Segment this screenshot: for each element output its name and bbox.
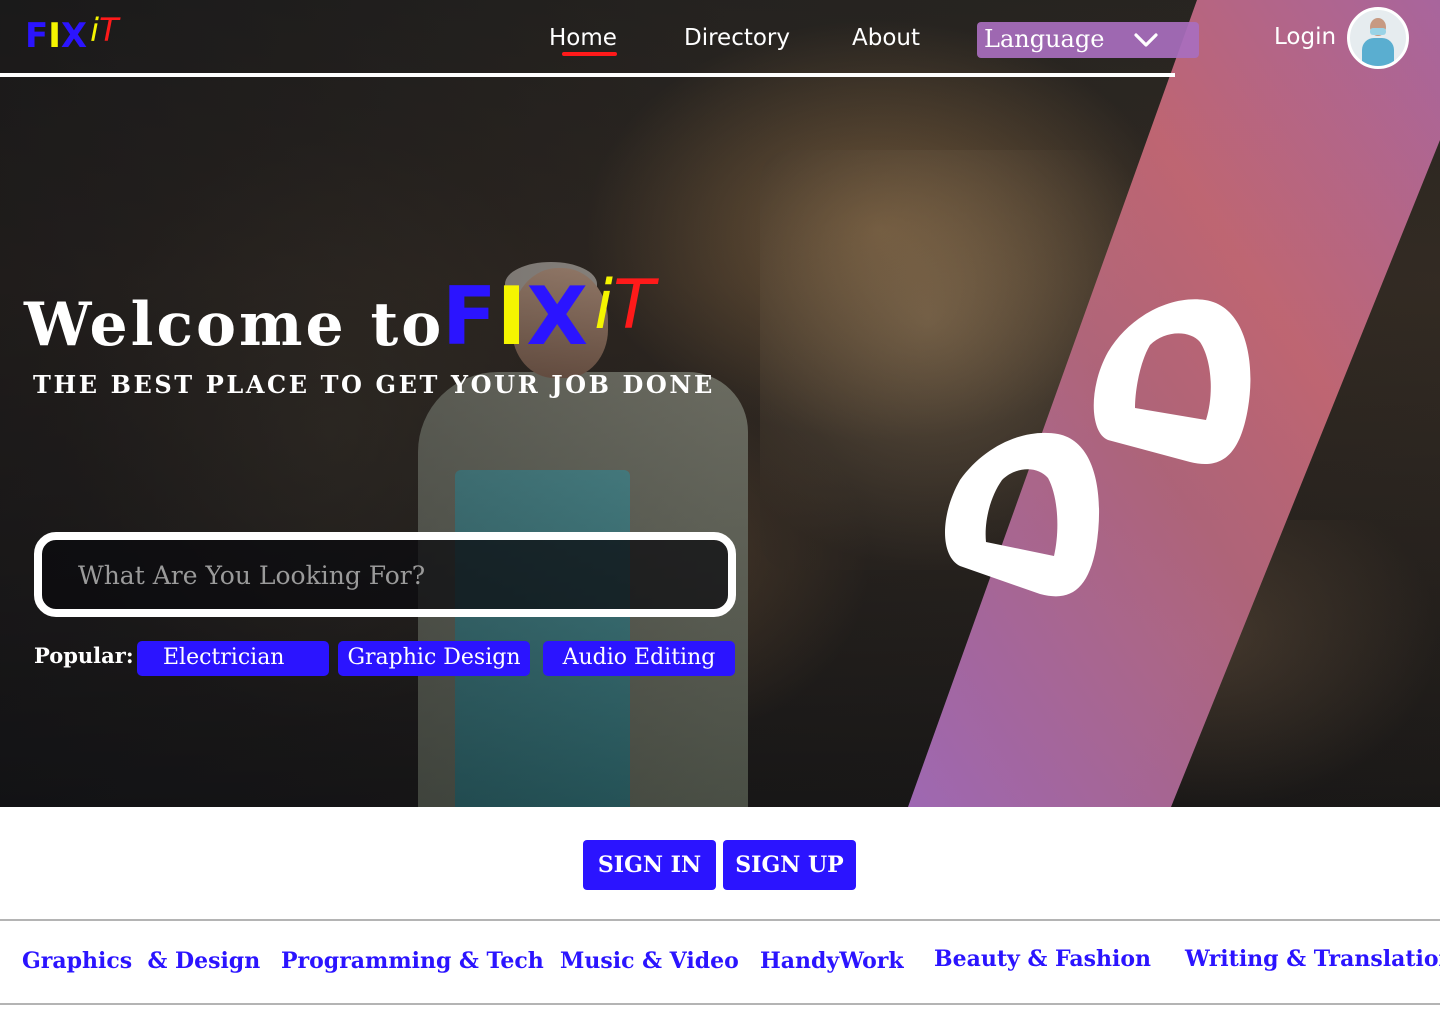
hero-brand-logo: FIXiT — [442, 266, 655, 363]
hero-welcome-heading: Welcome to — [24, 290, 445, 360]
category-music-video[interactable]: Music & Video — [560, 948, 739, 974]
popular-label: Popular: — [34, 643, 134, 668]
hero-logo-letter-f: F — [442, 270, 497, 363]
language-label: Language — [984, 25, 1105, 53]
brand-logo[interactable]: FIXiT — [25, 11, 119, 60]
hero-logo-letter-i: I — [496, 270, 527, 363]
login-link[interactable]: Login — [1274, 24, 1336, 50]
hero-logo-letter-x: X — [526, 270, 589, 363]
hero-tagline: THE BEST PLACE TO GET YOUR JOB DONE — [33, 370, 715, 399]
chevron-down-icon — [1134, 33, 1158, 47]
nav-directory-link[interactable]: Directory — [684, 25, 790, 51]
category-bar-top-border — [0, 919, 1440, 921]
sign-up-button[interactable]: SIGN UP — [723, 840, 856, 890]
search-box[interactable] — [34, 532, 736, 617]
logo-letter-i: I — [48, 16, 61, 56]
popular-tag-audio-editing[interactable]: Audio Editing — [543, 641, 735, 676]
logo-it: iT — [90, 11, 118, 49]
category-bar-bottom-border — [0, 1003, 1440, 1005]
category-writing-translation[interactable]: Writing & Translation — [1185, 946, 1440, 972]
nav-home-link[interactable]: Home — [549, 25, 617, 51]
logo-letter-x: X — [60, 16, 88, 56]
avatar-body — [1362, 38, 1394, 66]
hero-banner — [0, 0, 1440, 807]
logo-letter-small-i: i — [90, 11, 99, 49]
popular-tag-electrician[interactable]: Electrician — [137, 641, 329, 676]
category-programming-tech[interactable]: Programming & Tech — [281, 948, 544, 974]
avatar-mask — [1370, 28, 1386, 35]
hero-logo-it: iT — [594, 266, 654, 345]
category-beauty-fashion[interactable]: Beauty & Fashion — [934, 946, 1151, 972]
language-dropdown[interactable]: Language — [977, 22, 1199, 58]
hero-logo-letter-small-i: i — [594, 266, 614, 345]
sign-in-button[interactable]: SIGN IN — [583, 840, 716, 890]
diagonal-ribbon-graphic — [908, 0, 1440, 807]
logo-letter-f: F — [25, 16, 49, 56]
search-input[interactable] — [78, 558, 678, 592]
category-handywork[interactable]: HandyWork — [760, 948, 904, 974]
nav-divider — [0, 73, 1175, 77]
category-graphics-design[interactable]: Graphics & Design — [22, 948, 260, 974]
hero-logo-letter-t: T — [613, 266, 655, 345]
popular-tag-graphic-design[interactable]: Graphic Design — [338, 641, 530, 676]
user-avatar[interactable] — [1347, 7, 1409, 69]
nav-active-indicator — [562, 52, 617, 56]
nav-about-link[interactable]: About — [852, 25, 920, 51]
logo-letter-t: T — [99, 11, 119, 49]
